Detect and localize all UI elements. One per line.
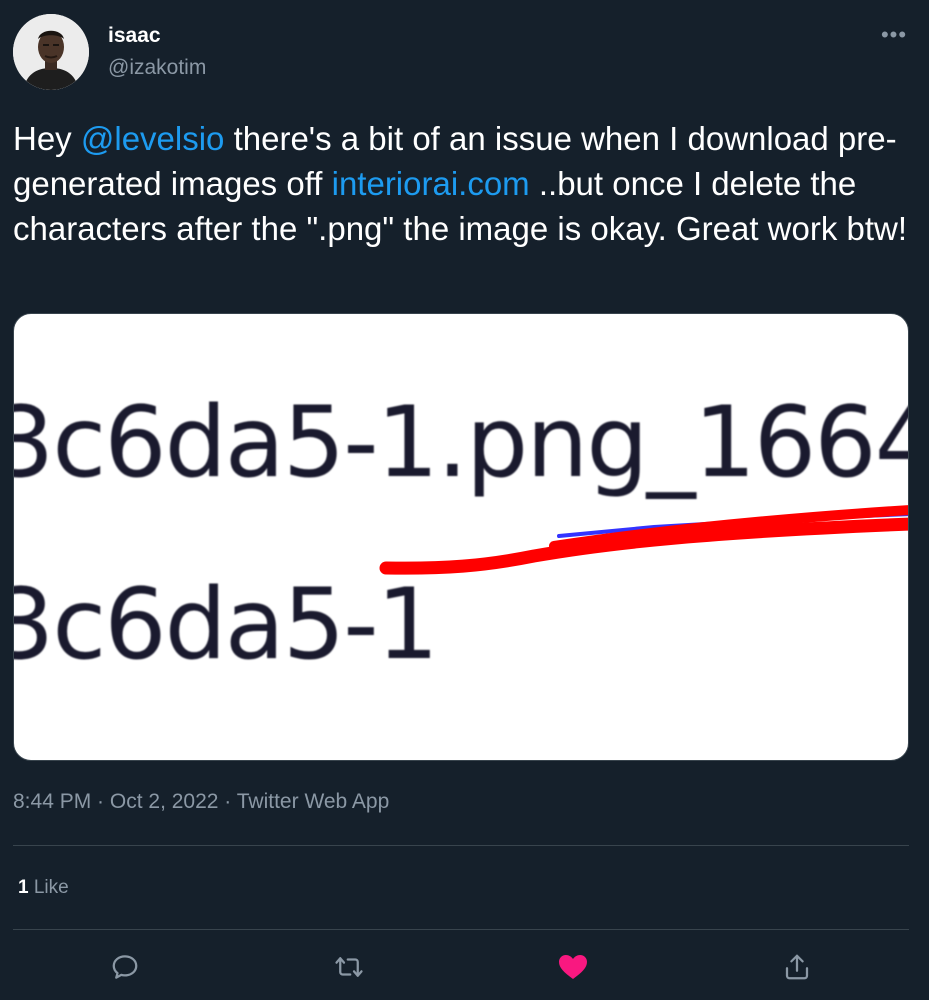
tweet-text-segment: Hey xyxy=(13,120,81,157)
tweet-time[interactable]: 8:44 PM xyxy=(13,790,91,813)
retweet-button[interactable] xyxy=(327,945,371,989)
tweet-media-image[interactable]: 3c6da5-1.png_1664738 3c6da5-1 xyxy=(13,313,909,761)
media-filename-fixed-line: 3c6da5-1 xyxy=(13,568,439,682)
tweet-detail: isaac @izakotim ••• Hey @levelsio there'… xyxy=(0,0,929,1000)
like-button[interactable] xyxy=(551,945,595,989)
share-icon xyxy=(785,954,809,980)
retweet-icon xyxy=(335,957,363,977)
user-avatar-photo-icon xyxy=(13,14,89,90)
tweet-meta: 8:44 PM · Oct 2, 2022 · Twitter Web App xyxy=(13,790,389,814)
avatar[interactable] xyxy=(13,14,89,90)
meta-separator: · xyxy=(91,790,110,813)
like-count: 1 xyxy=(18,877,29,898)
tweet-actions-bar xyxy=(0,945,929,989)
share-button[interactable] xyxy=(775,945,819,989)
tweet-date[interactable]: Oct 2, 2022 xyxy=(110,790,219,813)
red-scribble-annotation xyxy=(379,505,908,575)
heart-icon xyxy=(559,955,587,979)
divider xyxy=(13,929,909,930)
reply-icon xyxy=(112,955,138,979)
tweet-text-link[interactable]: interiorai.com xyxy=(332,165,530,202)
reply-button[interactable] xyxy=(103,945,147,989)
user-handle[interactable]: @izakotim xyxy=(108,56,206,80)
meta-separator: · xyxy=(218,790,237,813)
tweet-text: Hey @levelsio there's a bit of an issue … xyxy=(13,116,918,251)
like-label: Like xyxy=(28,877,69,898)
tweet-source[interactable]: Twitter Web App xyxy=(237,790,390,813)
display-name[interactable]: isaac xyxy=(108,24,161,48)
divider xyxy=(13,845,909,846)
tweet-text-link[interactable]: @levelsio xyxy=(81,120,225,157)
likes-count-link[interactable]: 1 Like xyxy=(18,877,69,899)
more-options-icon[interactable]: ••• xyxy=(879,20,909,50)
